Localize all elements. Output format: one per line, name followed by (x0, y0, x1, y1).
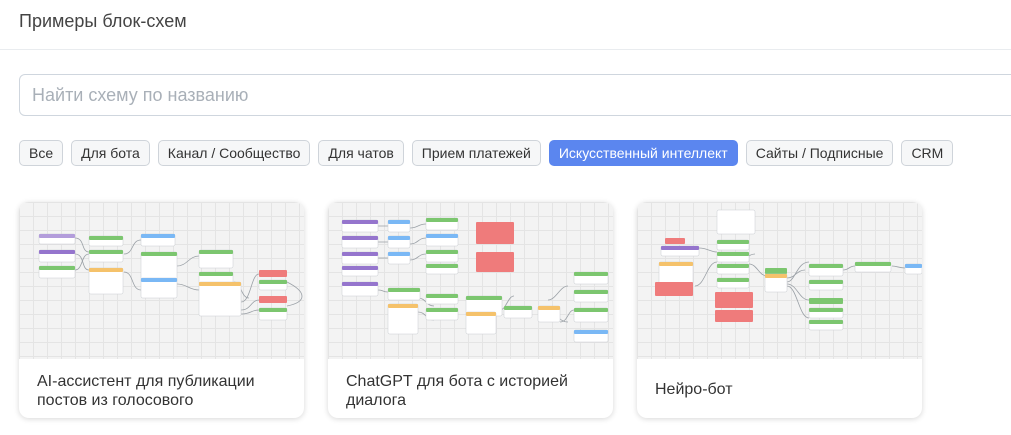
card-title: ChatGPT для бота с историей диалога (346, 373, 568, 409)
filter-for-bot[interactable]: Для бота (71, 140, 150, 166)
search-box[interactable] (19, 74, 1011, 116)
page-header: Примеры блок-схем (0, 0, 1011, 50)
filter-payments[interactable]: Прием платежей (411, 140, 541, 166)
filter-sites-subscriptions[interactable]: Сайты / Подписные (745, 140, 894, 166)
filter-for-chats[interactable]: Для чатов (318, 140, 404, 166)
scheme-card-ai-assistant[interactable]: AI-ассистент для публикации постов из го… (19, 202, 304, 418)
category-filters: Все Для бота Канал / Сообщество Для чато… (19, 140, 961, 166)
card-title: AI-ассистент для публикации постов из го… (37, 373, 255, 409)
filter-ai[interactable]: Искусственный интеллект (548, 140, 738, 166)
search-input[interactable] (20, 75, 1011, 115)
flowchart-preview (328, 202, 613, 359)
flowchart-preview (19, 202, 304, 359)
filter-all[interactable]: Все (19, 140, 64, 166)
flowchart-preview (637, 202, 922, 359)
scheme-card-neuro-bot[interactable]: Нейро-бот (637, 202, 922, 418)
filter-channel-community[interactable]: Канал / Сообщество (157, 140, 311, 166)
filter-crm[interactable]: CRM (901, 140, 954, 166)
page-title: Примеры блок-схем (19, 11, 187, 31)
card-title: Нейро-бот (655, 381, 733, 398)
scheme-card-chatgpt-history[interactable]: ChatGPT для бота с историей диалога (328, 202, 613, 418)
